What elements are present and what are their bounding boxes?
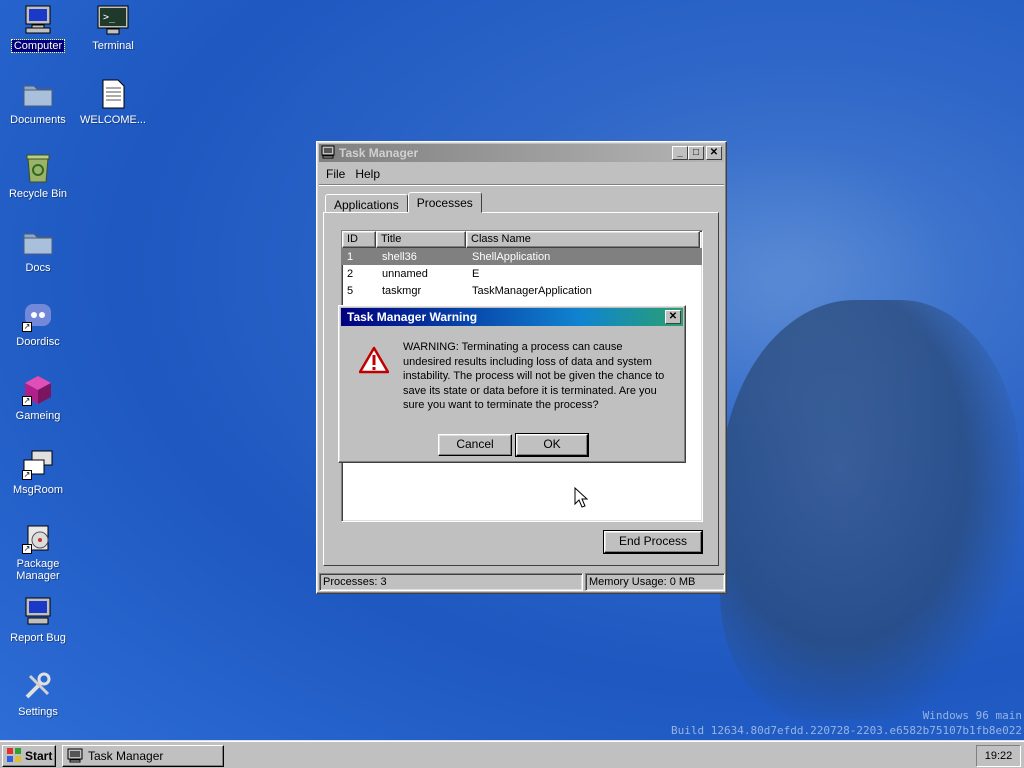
taskbar: Start Task Manager 19:22: [0, 740, 1024, 768]
warning-dialog-titlebar[interactable]: Task Manager Warning ✕: [341, 308, 683, 326]
shortcut-arrow-icon: ↗: [22, 322, 32, 332]
minimize-button[interactable]: _: [672, 146, 688, 160]
tab-processes[interactable]: Processes: [407, 192, 482, 213]
shortcut-arrow-icon: ↗: [22, 470, 32, 480]
desktop-icon-package-manager[interactable]: ↗ Package Manager: [0, 522, 76, 582]
task-manager-app-icon: [321, 145, 335, 162]
start-logo-icon: [6, 747, 22, 766]
desktop-icon-docs[interactable]: Docs: [0, 226, 76, 274]
folder-icon: [22, 78, 54, 110]
chat-icon: ↗: [22, 448, 54, 480]
status-memory: Memory Usage: 0 MB: [585, 573, 725, 591]
doordisc-icon: ↗: [22, 300, 54, 332]
folder-icon: [22, 226, 54, 258]
desktop-icon-gameing[interactable]: ↗ Gameing: [0, 374, 76, 422]
desktop-icon-msgroom[interactable]: ↗ MsgRoom: [0, 448, 76, 496]
tools-icon: [22, 670, 54, 702]
process-row[interactable]: 1 shell36 ShellApplication: [342, 248, 702, 265]
warning-icon: [358, 346, 390, 377]
column-class-name[interactable]: Class Name: [466, 231, 700, 248]
task-manager-titlebar[interactable]: Task Manager _ □ ✕: [319, 144, 724, 162]
desktop-icon-doordisc[interactable]: ↗ Doordisc: [0, 300, 76, 348]
process-row[interactable]: 5 taskmgr TaskManagerApplication: [342, 282, 702, 299]
status-processes: Processes: 3: [319, 573, 583, 591]
taskbar-task-manager[interactable]: Task Manager: [62, 745, 224, 767]
taskbar-task-label: Task Manager: [88, 749, 164, 763]
desktop-icon-settings[interactable]: Settings: [0, 670, 76, 718]
wallpaper-figure: [720, 300, 1020, 720]
shortcut-arrow-icon: ↗: [22, 544, 32, 554]
warning-message: WARNING: Terminating a process can cause…: [403, 341, 665, 411]
start-button[interactable]: Start: [2, 745, 56, 767]
start-label: Start: [25, 749, 53, 763]
task-manager-app-icon: [67, 747, 83, 766]
process-class: TaskManagerApplication: [472, 284, 592, 297]
process-title: taskmgr: [382, 284, 422, 297]
tab-applications[interactable]: Applications: [325, 194, 408, 213]
tab-strip: Applications Processes: [325, 192, 482, 213]
shortcut-arrow-icon: ↗: [22, 396, 32, 406]
terminal-icon: >_: [97, 4, 129, 36]
ok-button[interactable]: OK: [515, 433, 589, 457]
menu-divider: [319, 184, 724, 186]
end-process-button[interactable]: End Process: [603, 530, 703, 554]
desktop-icon-recycle-bin[interactable]: Recycle Bin: [0, 152, 76, 200]
process-title: unnamed: [382, 267, 428, 280]
mouse-cursor-icon: [574, 486, 589, 512]
text-file-icon: [97, 78, 129, 110]
warning-dialog[interactable]: Task Manager Warning ✕ WARNING: Terminat…: [338, 305, 686, 463]
build-watermark-line1: Windows 96 main: [922, 709, 1022, 722]
computer-icon: [22, 4, 54, 36]
build-watermark-line2: Build 12634.80d7efdd.220728-2203.e6582b7…: [671, 724, 1022, 737]
menu-file[interactable]: File: [321, 167, 350, 181]
process-class: E: [472, 267, 480, 280]
process-class: ShellApplication: [472, 250, 551, 263]
maximize-button[interactable]: □: [688, 146, 704, 160]
process-id: 5: [347, 284, 354, 297]
clock[interactable]: 19:22: [976, 745, 1021, 767]
process-row[interactable]: 2 unnamed E: [342, 265, 702, 282]
task-manager-title: Task Manager: [339, 146, 419, 160]
cancel-button[interactable]: Cancel: [438, 434, 512, 456]
close-button[interactable]: ✕: [665, 310, 681, 324]
column-title[interactable]: Title: [376, 231, 466, 248]
desktop-icon-report-bug[interactable]: Report Bug: [0, 596, 76, 644]
recycle-bin-icon: [22, 152, 54, 184]
statusbar: Processes: 3 Memory Usage: 0 MB: [319, 573, 725, 591]
column-id[interactable]: ID: [342, 231, 376, 248]
monitor-bug-icon: [22, 596, 54, 628]
svg-text:>_: >_: [103, 12, 116, 23]
desktop-icon-terminal[interactable]: >_ Terminal: [75, 4, 151, 52]
process-id: 1: [347, 250, 354, 263]
menu-help[interactable]: Help: [350, 167, 385, 181]
desktop-icon-welcome[interactable]: WELCOME...: [75, 78, 151, 126]
desktop-icon-documents[interactable]: Documents: [0, 78, 76, 126]
menubar: File Help: [317, 164, 726, 184]
close-button[interactable]: ✕: [706, 146, 722, 160]
desktop-icon-computer[interactable]: Computer: [0, 4, 76, 53]
process-title: shell36: [382, 250, 417, 263]
process-list-header: ID Title Class Name: [342, 231, 702, 248]
cube-icon: ↗: [22, 374, 54, 406]
warning-dialog-title: Task Manager Warning: [347, 310, 478, 324]
package-icon: ↗: [22, 522, 54, 554]
process-id: 2: [347, 267, 354, 280]
